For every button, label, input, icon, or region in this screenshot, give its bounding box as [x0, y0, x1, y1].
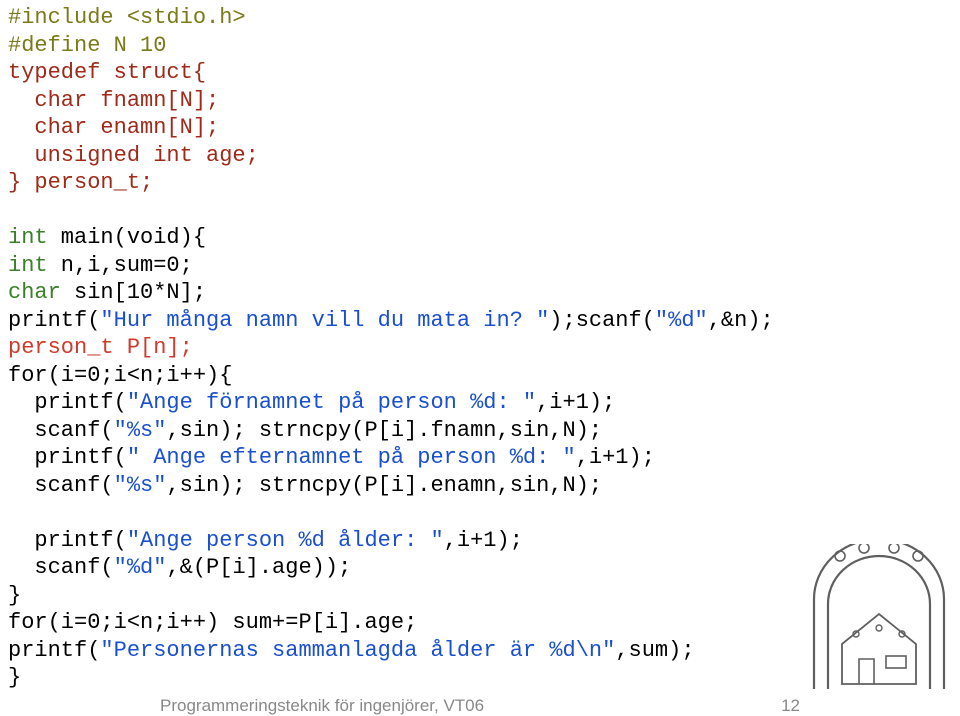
- code-text: ,&n);: [708, 308, 774, 333]
- code-line: char enamn[N];: [8, 115, 219, 140]
- code-text: ,&(P[i].age));: [166, 555, 351, 580]
- code-line: for(i=0;i<n;i++) sum+=P[i].age;: [8, 610, 417, 635]
- code-keyword: int: [8, 225, 48, 250]
- code-line: }: [8, 665, 21, 690]
- code-line: unsigned int age;: [8, 143, 259, 168]
- code-text: ,i+1);: [536, 390, 615, 415]
- code-text: main(void){: [48, 225, 206, 250]
- code-text: ,i+1);: [444, 528, 523, 553]
- code-string: "Personernas sammanlagda ålder är %d\n": [100, 638, 615, 663]
- code-text: );scanf(: [549, 308, 655, 333]
- code-text: ,sum);: [615, 638, 694, 663]
- code-keyword: char: [8, 280, 61, 305]
- code-text: ,sin); strncpy(P[i].fnamn,sin,N);: [166, 418, 602, 443]
- code-line: }: [8, 583, 21, 608]
- code-string: "Hur många namn vill du mata in? ": [100, 308, 549, 333]
- code-text: ,sin); strncpy(P[i].enamn,sin,N);: [166, 473, 602, 498]
- code-line: for(i=0;i<n;i++){: [8, 363, 232, 388]
- code-string: " Ange efternamnet på person %d: ": [127, 445, 576, 470]
- code-keyword: int: [8, 253, 48, 278]
- code-line: } person_t;: [8, 170, 153, 195]
- code-line: #include <stdio.h>: [8, 5, 246, 30]
- page-number: 12: [781, 695, 800, 716]
- code-string: "%d": [655, 308, 708, 333]
- code-line: person_t P[n];: [8, 335, 193, 360]
- code-line: char fnamn[N];: [8, 88, 219, 113]
- code-text: printf(: [8, 390, 127, 415]
- code-string: "%d": [114, 555, 167, 580]
- code-line: typedef struct{: [8, 60, 206, 85]
- university-seal-icon: [804, 544, 954, 699]
- code-string: "Ange person %d ålder: ": [127, 528, 444, 553]
- code-text: printf(: [8, 445, 127, 470]
- code-text: sin[10*N];: [61, 280, 206, 305]
- code-text: scanf(: [8, 473, 114, 498]
- code-text: scanf(: [8, 418, 114, 443]
- code-text: printf(: [8, 308, 100, 333]
- code-string: "Ange förnamnet på person %d: ": [127, 390, 536, 415]
- code-string: "%s": [114, 473, 167, 498]
- code-text: ,i+1);: [576, 445, 655, 470]
- code-text: n,i,sum=0;: [48, 253, 193, 278]
- code-text: printf(: [8, 638, 100, 663]
- code-text: printf(: [8, 528, 127, 553]
- code-text: scanf(: [8, 555, 114, 580]
- footer-title: Programmeringsteknik för ingenjörer, VT0…: [160, 695, 484, 716]
- code-string: "%s": [114, 418, 167, 443]
- code-line: #define N 10: [8, 33, 166, 58]
